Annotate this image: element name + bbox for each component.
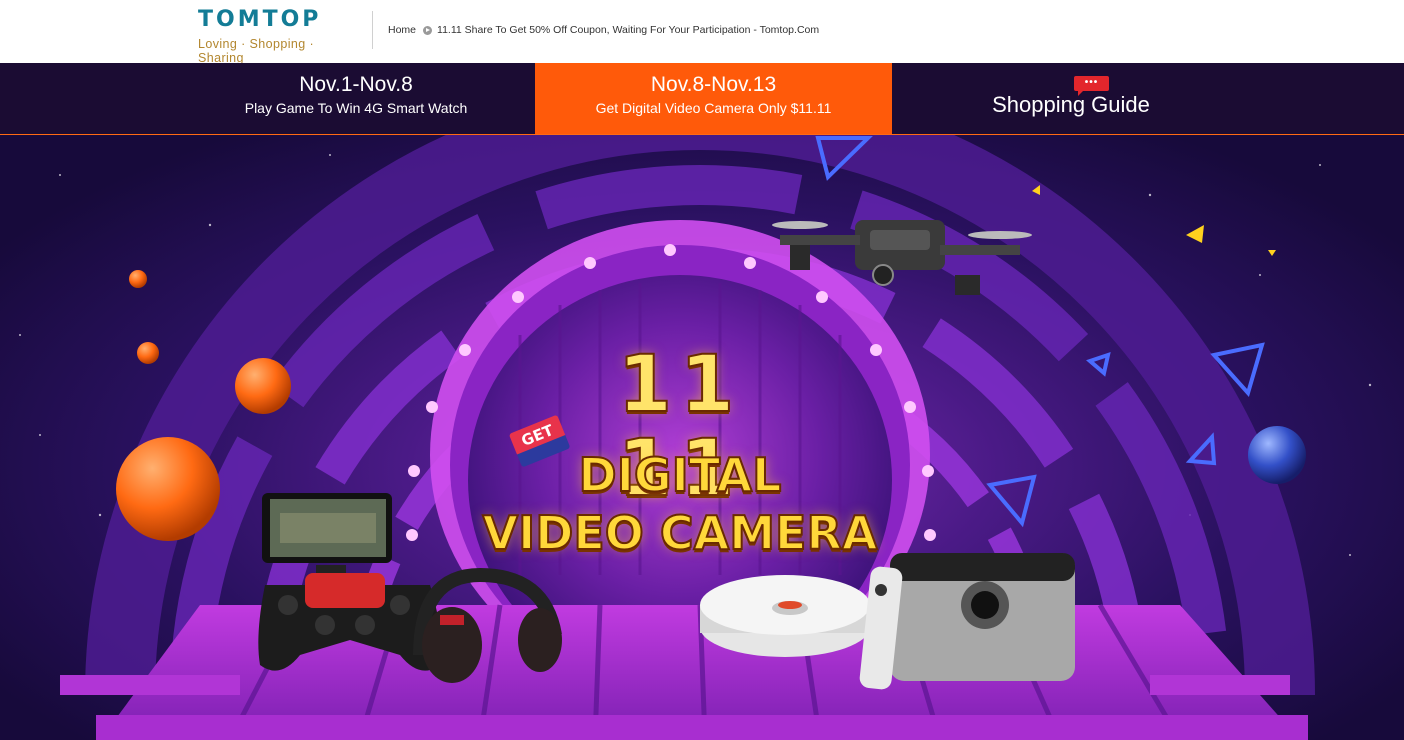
tab-nov1-nov8[interactable]: Nov.1-Nov.8 Play Game To Win 4G Smart Wa… xyxy=(178,63,534,134)
site-header: TOMTOP Loving · Shopping · Sharing Home … xyxy=(0,0,1404,66)
chat-bubble-icon: ••• xyxy=(1074,76,1109,96)
chat-dots: ••• xyxy=(1084,77,1099,88)
tab-description: Get Digital Video Camera Only $11.11 xyxy=(595,100,832,116)
robot-vacuum-product xyxy=(700,575,870,657)
banner-title-line1: DIGITAL xyxy=(578,448,783,502)
header-divider xyxy=(372,11,373,49)
projector-product xyxy=(859,553,1075,690)
logo-title: TOMTOP xyxy=(198,7,322,32)
banner-title-line2: VIDEO CAMERA xyxy=(481,506,878,560)
chevron-right-icon xyxy=(423,25,433,35)
promo-banner[interactable]: 11 11 GET DIGITAL VIDEO CAMERA xyxy=(0,135,1404,740)
tab-nov8-nov13[interactable]: Nov.8-Nov.13 Get Digital Video Camera On… xyxy=(535,63,892,134)
shopping-guide-label: Shopping Guide xyxy=(992,92,1150,117)
tab-shopping-guide[interactable]: ••• Shopping Guide xyxy=(893,63,1249,134)
breadcrumb-current: 11.11 Share To Get 50% Off Coupon, Waiti… xyxy=(437,24,820,36)
breadcrumb-home-link[interactable]: Home xyxy=(388,24,416,36)
logo-tagline: Loving · Shopping · Sharing xyxy=(198,37,315,65)
tab-date: Nov.1-Nov.8 xyxy=(299,73,413,96)
tomtop-logo[interactable]: TOMTOP Loving · Shopping · Sharing xyxy=(198,7,358,66)
breadcrumb: Home 11.11 Share To Get 50% Off Coupon, … xyxy=(388,24,819,36)
tab-description: Play Game To Win 4G Smart Watch xyxy=(244,100,468,116)
tab-date: Nov.8-Nov.13 xyxy=(650,73,777,96)
event-tab-bar: Nov.1-Nov.8 Play Game To Win 4G Smart Wa… xyxy=(0,63,1404,135)
